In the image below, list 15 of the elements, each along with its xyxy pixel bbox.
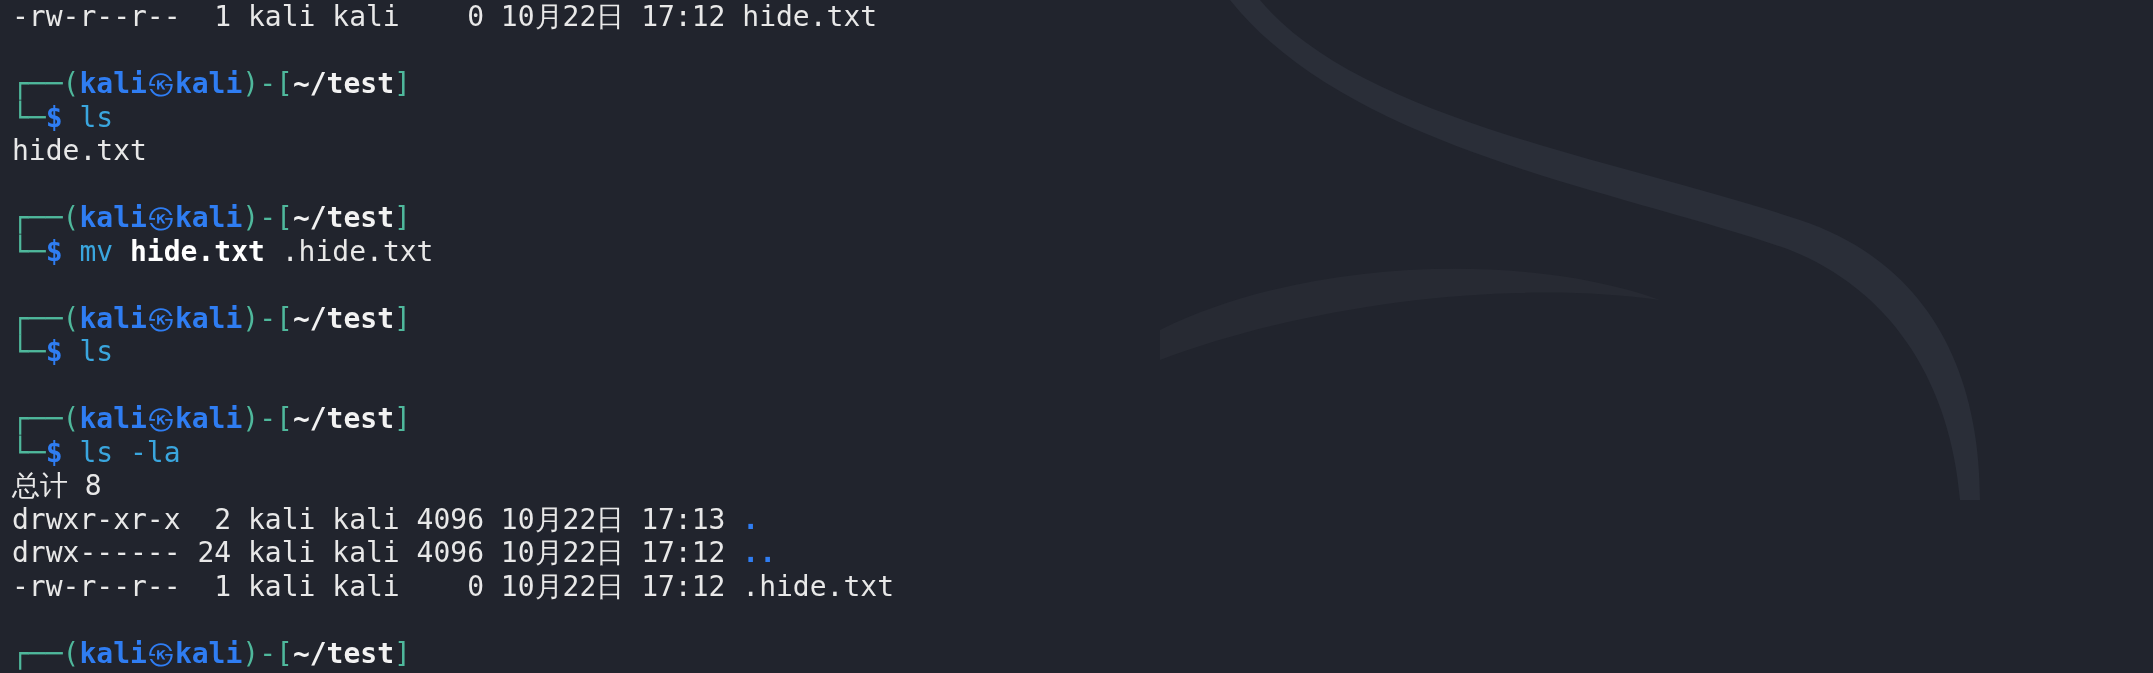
listing-row: drwx------ 24 kali kali 4096 10月22日 17:12 .. — [12, 536, 776, 570]
output-line: -rw-r--r-- 1 kali kali 0 10月22日 17:12 hide.txt — [12, 0, 878, 34]
prompt-line: ┌──(kali㉿kali)-[~/test] — [12, 301, 411, 335]
command-line: └─$ ls -la — [12, 435, 181, 469]
prompt-line: ┌──(kali㉿kali)-[~/test] — [12, 636, 411, 670]
output-line: hide.txt — [12, 134, 147, 168]
listing-row: -rw-r--r-- 1 kali kali 0 10月22日 17:12 .hide.txt — [12, 569, 894, 603]
command-line: └─$ ls — [12, 335, 114, 369]
command-line: └─$ mv hide.txt .hide.txt — [12, 234, 434, 268]
listing-row: drwxr-xr-x 2 kali kali 4096 10月22日 17:13 . — [12, 502, 760, 536]
prompt-line: ┌──(kali㉿kali)-[~/test] — [12, 201, 411, 234]
command-line: └─$ ls — [12, 100, 114, 134]
prompt-line: ┌──(kali㉿kali)-[~/test] — [12, 67, 411, 100]
output-line: 总计 8 — [12, 469, 102, 503]
prompt-line: ┌──(kali㉿kali)-[~/test] — [12, 402, 411, 435]
